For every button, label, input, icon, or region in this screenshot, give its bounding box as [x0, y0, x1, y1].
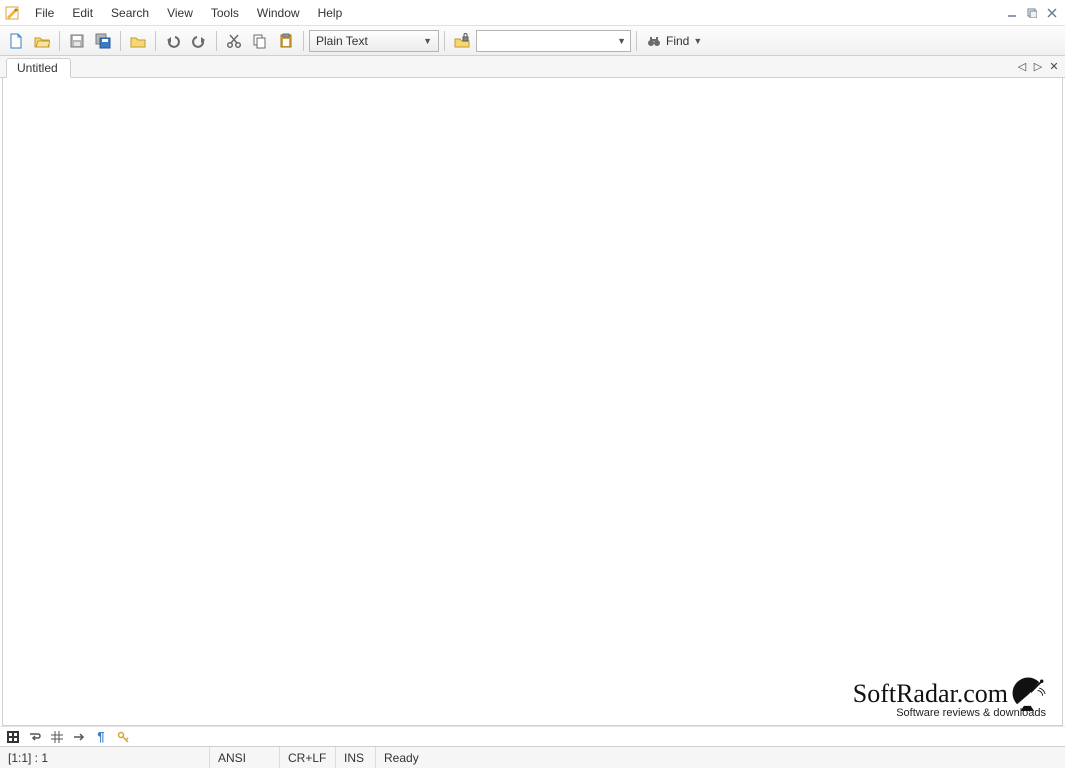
menu-help[interactable]: Help	[309, 2, 352, 24]
toolbar-separator	[303, 31, 304, 51]
toolbar: Plain Text ▼ ▼ Find ▼	[0, 26, 1065, 56]
menu-file[interactable]: File	[26, 2, 63, 24]
tab-controls: ◁ ▷ ✕	[1015, 59, 1061, 73]
binoculars-icon	[646, 33, 662, 49]
arrow-right-icon[interactable]	[72, 730, 86, 744]
maximize-button[interactable]	[1023, 4, 1041, 22]
dropdown-arrow-icon: ▼	[693, 36, 702, 46]
satellite-dish-icon	[1012, 677, 1046, 711]
tab-bar: Untitled ◁ ▷ ✕	[0, 56, 1065, 78]
menu-window[interactable]: Window	[248, 2, 309, 24]
document-tab[interactable]: Untitled	[6, 58, 71, 78]
word-wrap-icon[interactable]	[28, 730, 42, 744]
syntax-select-value: Plain Text	[316, 34, 368, 48]
key-icon[interactable]	[116, 730, 130, 744]
find-combo[interactable]: ▼	[476, 30, 631, 52]
toolbar-separator	[636, 31, 637, 51]
save-button[interactable]	[65, 29, 89, 53]
find-label: Find	[666, 34, 689, 48]
toolbar-separator	[59, 31, 60, 51]
status-insert-mode[interactable]: INS	[336, 747, 376, 768]
menu-tools[interactable]: Tools	[202, 2, 248, 24]
grid-icon[interactable]	[50, 730, 64, 744]
status-encoding[interactable]: ANSI	[210, 747, 280, 768]
pilcrow-icon[interactable]: ¶	[94, 730, 108, 744]
app-icon	[4, 5, 20, 21]
minimize-button[interactable]	[1003, 4, 1021, 22]
watermark-title: SoftRadar.com	[853, 679, 1008, 709]
toolbar-separator	[120, 31, 121, 51]
cut-button[interactable]	[222, 29, 246, 53]
open-folder-button[interactable]	[126, 29, 150, 53]
tab-scroll-right[interactable]: ▷	[1031, 59, 1045, 73]
copy-button[interactable]	[248, 29, 272, 53]
menu-search[interactable]: Search	[102, 2, 158, 24]
editor-area[interactable]: SoftRadar.com Software reviews & downloa…	[2, 78, 1063, 726]
toolbar-separator	[216, 31, 217, 51]
menu-edit[interactable]: Edit	[63, 2, 102, 24]
chevron-down-icon: ▼	[423, 36, 432, 46]
syntax-select[interactable]: Plain Text ▼	[309, 30, 439, 52]
watermark-subtitle: Software reviews & downloads	[853, 707, 1046, 719]
toolbar-separator	[444, 31, 445, 51]
undo-button[interactable]	[161, 29, 185, 53]
new-file-button[interactable]	[4, 29, 28, 53]
save-all-button[interactable]	[91, 29, 115, 53]
toggle-panel-icon[interactable]	[6, 730, 20, 744]
lock-button[interactable]	[450, 29, 474, 53]
tab-scroll-left[interactable]: ◁	[1015, 59, 1029, 73]
paste-button[interactable]	[274, 29, 298, 53]
chevron-down-icon: ▼	[617, 36, 626, 46]
open-file-button[interactable]	[30, 29, 54, 53]
watermark: SoftRadar.com Software reviews & downloa…	[853, 677, 1046, 719]
redo-button[interactable]	[187, 29, 211, 53]
status-position: [1:1] : 1	[0, 747, 210, 768]
status-bar: [1:1] : 1 ANSI CR+LF INS Ready	[0, 746, 1065, 768]
toolbar-separator	[155, 31, 156, 51]
menu-view[interactable]: View	[158, 2, 202, 24]
status-eol[interactable]: CR+LF	[280, 747, 336, 768]
find-button[interactable]: Find ▼	[642, 33, 706, 49]
menu-bar: File Edit Search View Tools Window Help	[0, 0, 1065, 26]
tab-close[interactable]: ✕	[1047, 59, 1061, 73]
close-button[interactable]	[1043, 4, 1061, 22]
status-state: Ready	[376, 747, 1065, 768]
window-controls	[1001, 4, 1061, 22]
lower-toolbar: ¶	[0, 726, 1065, 746]
